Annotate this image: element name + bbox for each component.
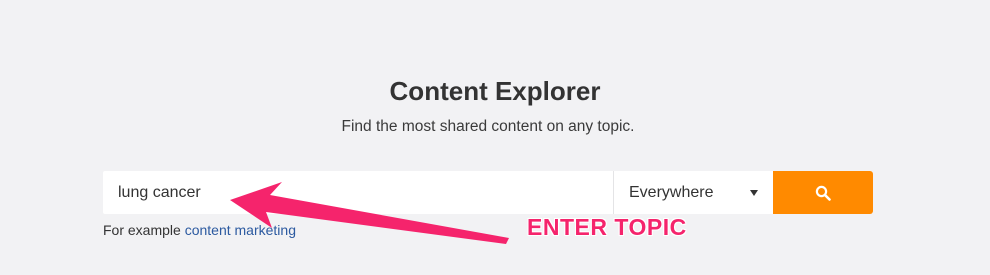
scope-dropdown[interactable]: Everywhere <box>613 171 773 214</box>
search-button[interactable] <box>773 171 873 214</box>
search-bar: Everywhere <box>103 171 873 214</box>
example-hint: For example content marketing <box>103 222 296 239</box>
example-prefix: For example <box>103 222 181 238</box>
example-link[interactable]: content marketing <box>185 222 296 238</box>
search-icon <box>815 185 831 201</box>
annotation-label: ENTER TOPIC <box>527 214 687 240</box>
chevron-down-icon <box>750 189 758 196</box>
scope-dropdown-label: Everywhere <box>629 183 714 201</box>
search-input[interactable] <box>103 171 613 214</box>
page-subtitle: Find the most shared content on any topi… <box>341 118 635 135</box>
page-title: Content Explorer <box>389 76 601 106</box>
